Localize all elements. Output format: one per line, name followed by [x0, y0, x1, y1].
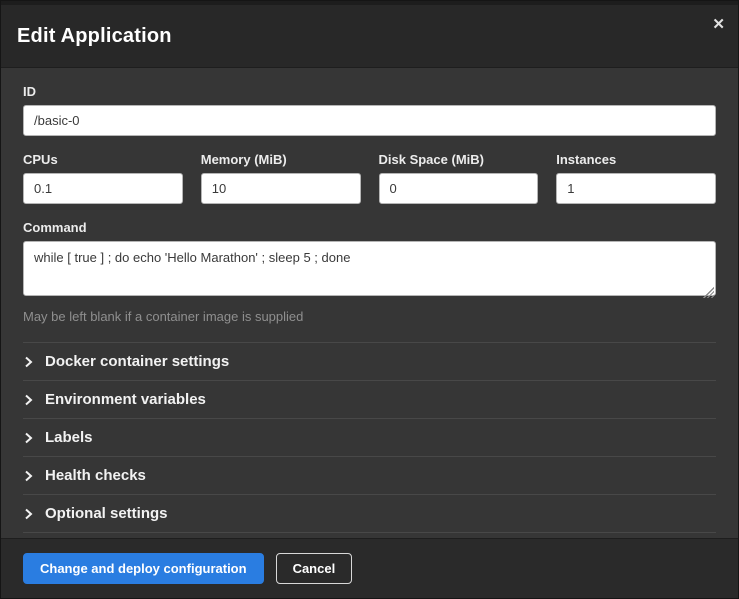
section-health-checks[interactable]: Health checks: [23, 456, 716, 494]
chevron-right-icon: [24, 470, 33, 482]
instances-label: Instances: [556, 152, 716, 167]
memory-field-group: Memory (MiB): [201, 152, 361, 204]
resources-row: CPUs Memory (MiB) Disk Space (MiB) Insta…: [23, 152, 716, 204]
section-optional-settings[interactable]: Optional settings: [23, 494, 716, 532]
id-label: ID: [23, 84, 716, 99]
disk-input[interactable]: [379, 173, 539, 204]
section-labels[interactable]: Labels: [23, 418, 716, 456]
section-label: Docker container settings: [45, 353, 229, 370]
cancel-button[interactable]: Cancel: [276, 553, 353, 584]
chevron-right-icon: [24, 394, 33, 406]
modal-header: Edit Application ✕: [1, 1, 738, 68]
modal-footer: Change and deploy configuration Cancel: [1, 538, 738, 598]
cpus-field-group: CPUs: [23, 152, 183, 204]
instances-field-group: Instances: [556, 152, 716, 204]
chevron-right-icon: [24, 432, 33, 444]
disk-field-group: Disk Space (MiB): [379, 152, 539, 204]
modal-title: Edit Application: [17, 25, 172, 48]
cpus-input[interactable]: [23, 173, 183, 204]
command-field-group: Command while [ true ] ; do echo 'Hello …: [23, 220, 716, 324]
close-icon[interactable]: ✕: [712, 17, 725, 32]
command-label: Command: [23, 220, 716, 235]
instances-input[interactable]: [556, 173, 716, 204]
section-label: Environment variables: [45, 391, 206, 408]
resize-handle-icon[interactable]: [703, 287, 714, 298]
memory-input[interactable]: [201, 173, 361, 204]
section-docker-container-settings[interactable]: Docker container settings: [23, 342, 716, 380]
id-input[interactable]: [23, 105, 716, 136]
disk-label: Disk Space (MiB): [379, 152, 539, 167]
cpus-label: CPUs: [23, 152, 183, 167]
chevron-right-icon: [24, 356, 33, 368]
edit-application-modal: Edit Application ✕ ID CPUs Memory (MiB) …: [0, 0, 739, 599]
command-textarea[interactable]: while [ true ] ; do echo 'Hello Marathon…: [23, 241, 716, 296]
chevron-right-icon: [24, 508, 33, 520]
id-field-group: ID: [23, 84, 716, 136]
section-label: Health checks: [45, 467, 146, 484]
command-help-text: May be left blank if a container image i…: [23, 309, 716, 324]
submit-button[interactable]: Change and deploy configuration: [23, 553, 264, 584]
section-environment-variables[interactable]: Environment variables: [23, 380, 716, 418]
collapsible-sections: Docker container settings Environment va…: [23, 342, 716, 533]
memory-label: Memory (MiB): [201, 152, 361, 167]
section-label: Optional settings: [45, 505, 168, 522]
section-label: Labels: [45, 429, 93, 446]
modal-body: ID CPUs Memory (MiB) Disk Space (MiB) In…: [1, 68, 738, 538]
